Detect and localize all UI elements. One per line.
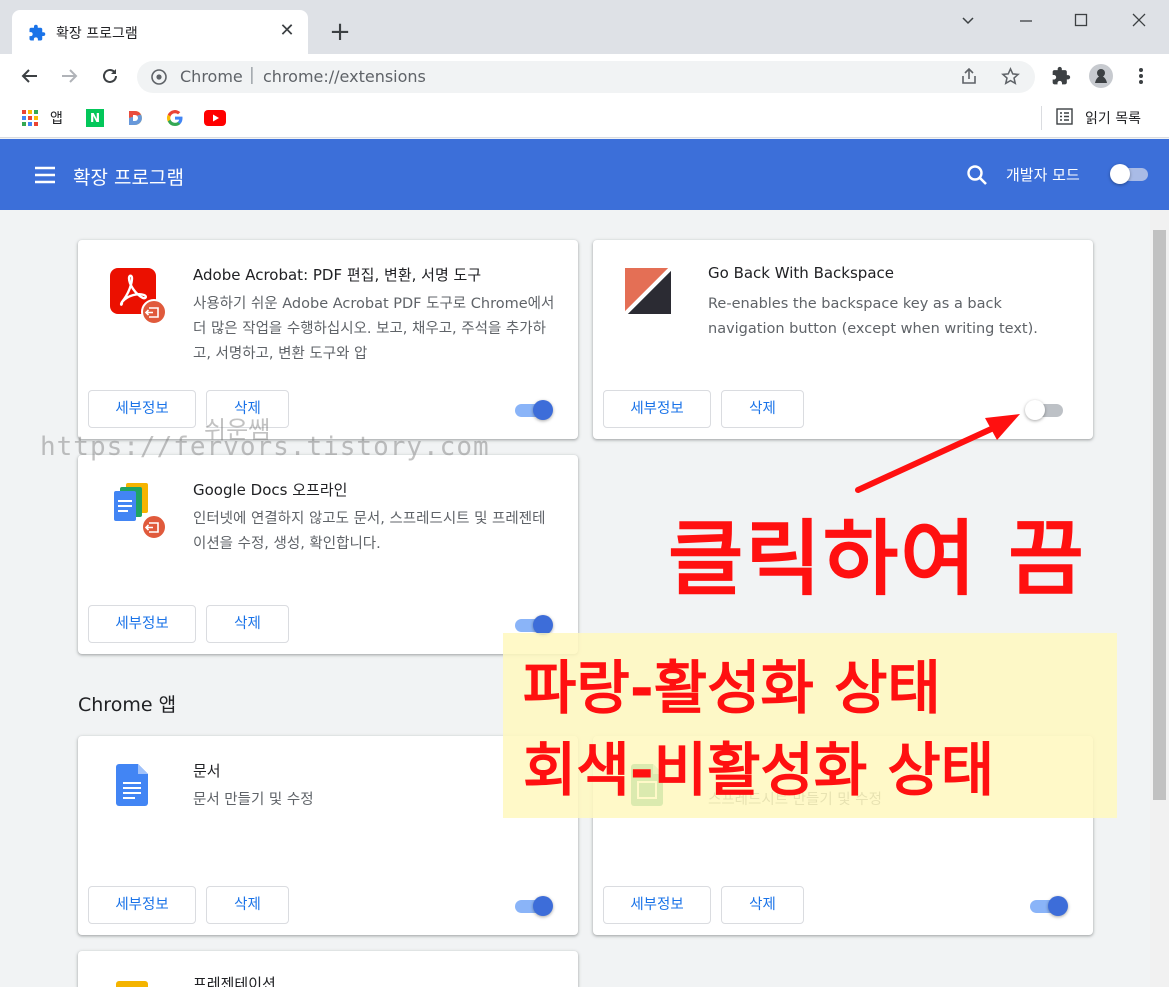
puzzle-icon (28, 24, 46, 42)
reading-list-button[interactable]: 읽기 목록 (1056, 107, 1141, 129)
bookmark-apps[interactable]: 앱 (22, 108, 63, 128)
chrome-apps-section-title: Chrome 앱 (78, 694, 177, 716)
remove-button[interactable]: 삭제 (721, 390, 804, 428)
tab-extensions[interactable]: 확장 프로그램 ✕ (12, 10, 308, 54)
toggle-knob (1025, 400, 1045, 420)
reading-list-label: 읽기 목록 (1085, 111, 1141, 127)
back-button[interactable] (16, 62, 44, 90)
minimize-icon[interactable] (1004, 6, 1048, 34)
extensions-puzzle-icon[interactable] (1047, 62, 1075, 90)
legend-gray-inactive: 회색-비활성화 상태 (523, 736, 995, 804)
app-enable-toggle[interactable] (1028, 895, 1068, 917)
details-button[interactable]: 세부정보 (88, 886, 196, 924)
google-slides-icon (116, 981, 148, 987)
naver-icon[interactable]: N (86, 108, 104, 128)
extension-enable-toggle[interactable] (1025, 399, 1065, 421)
forward-button[interactable] (55, 62, 83, 90)
bookmarks-bar: 앱 N 읽기 목록 (0, 98, 1169, 138)
extension-enable-toggle[interactable] (513, 399, 553, 421)
toggle-knob (533, 896, 553, 916)
dev-mode-toggle[interactable] (1110, 163, 1150, 185)
site-label: Chrome (180, 67, 243, 86)
omnibox[interactable]: Chrome | chrome://extensions (137, 61, 1035, 93)
extension-card-adobe-acrobat: Adobe Acrobat: PDF 편집, 변환, 서명 도구 사용하기 쉬운… (78, 240, 578, 439)
tab-search-icon[interactable] (946, 6, 990, 34)
bookmark-apps-label: 앱 (50, 111, 63, 127)
extension-description: Re-enables the backspace key as a back n… (708, 296, 1038, 337)
extension-card-google-docs-offline: Google Docs 오프라인 인터넷에 연결하지 않고도 문서, 스프레드시… (78, 455, 578, 654)
daum-icon[interactable] (126, 108, 144, 128)
watermark-url: https://fervors.tistory.com (40, 432, 490, 462)
reading-list-icon (1056, 107, 1073, 129)
extensions-header: 확장 프로그램 개발자 모드 (0, 139, 1169, 210)
app-enable-toggle[interactable] (513, 895, 553, 917)
scrollbar-thumb[interactable] (1153, 230, 1166, 800)
app-card-slides: 프레젠테이션 (78, 951, 578, 987)
search-icon[interactable] (966, 164, 988, 190)
toggle-knob (533, 400, 553, 420)
menu-kebab-icon[interactable] (1127, 62, 1155, 90)
reload-button[interactable] (96, 62, 124, 90)
omnibox-separator: | (249, 65, 255, 85)
google-docs-offline-icon (108, 481, 167, 540)
extension-name: Adobe Acrobat: PDF 편집, 변환, 서명 도구 (193, 266, 482, 284)
details-button[interactable]: 세부정보 (603, 390, 711, 428)
google-icon[interactable] (166, 108, 184, 128)
url-text[interactable]: chrome://extensions (263, 67, 426, 86)
extension-name: Go Back With Backspace (708, 264, 894, 282)
remove-button[interactable]: 삭제 (206, 886, 289, 924)
tab-strip: 확장 프로그램 ✕ + (0, 0, 1169, 54)
maximize-icon[interactable] (1059, 6, 1103, 34)
extension-card-go-back-with-backspace: Go Back With Backspace Re-enables the ba… (593, 240, 1093, 439)
extension-name: Google Docs 오프라인 (193, 481, 348, 499)
close-window-icon[interactable] (1117, 6, 1161, 34)
extension-description: 인터넷에 연결하지 않고도 문서, 스프레드시트 및 프레젠테이션을 수정, 생… (193, 511, 546, 552)
adobe-acrobat-icon (108, 266, 167, 325)
remove-button[interactable]: 삭제 (721, 886, 804, 924)
page-title: 확장 프로그램 (73, 167, 184, 189)
close-tab-icon[interactable]: ✕ (276, 20, 298, 42)
bookmark-star-icon[interactable] (1001, 67, 1020, 90)
extension-description: 사용하기 쉬운 Adobe Acrobat PDF 도구로 Chrome에서 더… (193, 296, 555, 362)
app-name: 프레젠테이션 (193, 975, 276, 987)
bookmarks-divider (1041, 106, 1042, 130)
dev-mode-label: 개발자 모드 (1006, 166, 1080, 184)
youtube-icon[interactable] (204, 108, 226, 128)
share-icon[interactable] (960, 67, 978, 90)
profile-avatar[interactable] (1087, 62, 1115, 90)
chrome-site-icon (151, 69, 167, 89)
toggle-knob (533, 615, 553, 635)
details-button[interactable]: 세부정보 (88, 605, 196, 643)
app-name: 문서 (193, 762, 221, 780)
click-to-disable-label: 클릭하여 끔 (668, 512, 1086, 607)
toggle-knob (1048, 896, 1068, 916)
remove-button[interactable]: 삭제 (206, 605, 289, 643)
legend-box: 파랑-활성화 상태 회색-비활성화 상태 (503, 633, 1117, 818)
hamburger-menu-icon[interactable] (34, 166, 56, 184)
new-tab-button[interactable]: + (326, 18, 354, 46)
dev-mode-toggle-knob (1110, 164, 1130, 184)
apps-grid-icon (22, 110, 38, 126)
details-button[interactable]: 세부정보 (603, 886, 711, 924)
google-docs-icon (116, 764, 164, 812)
tab-title: 확장 프로그램 (56, 26, 138, 42)
legend-blue-active: 파랑-활성화 상태 (523, 654, 941, 722)
go-back-backspace-icon (623, 266, 673, 316)
page-scrollbar[interactable] (1150, 210, 1169, 987)
details-button[interactable]: 세부정보 (88, 390, 196, 428)
